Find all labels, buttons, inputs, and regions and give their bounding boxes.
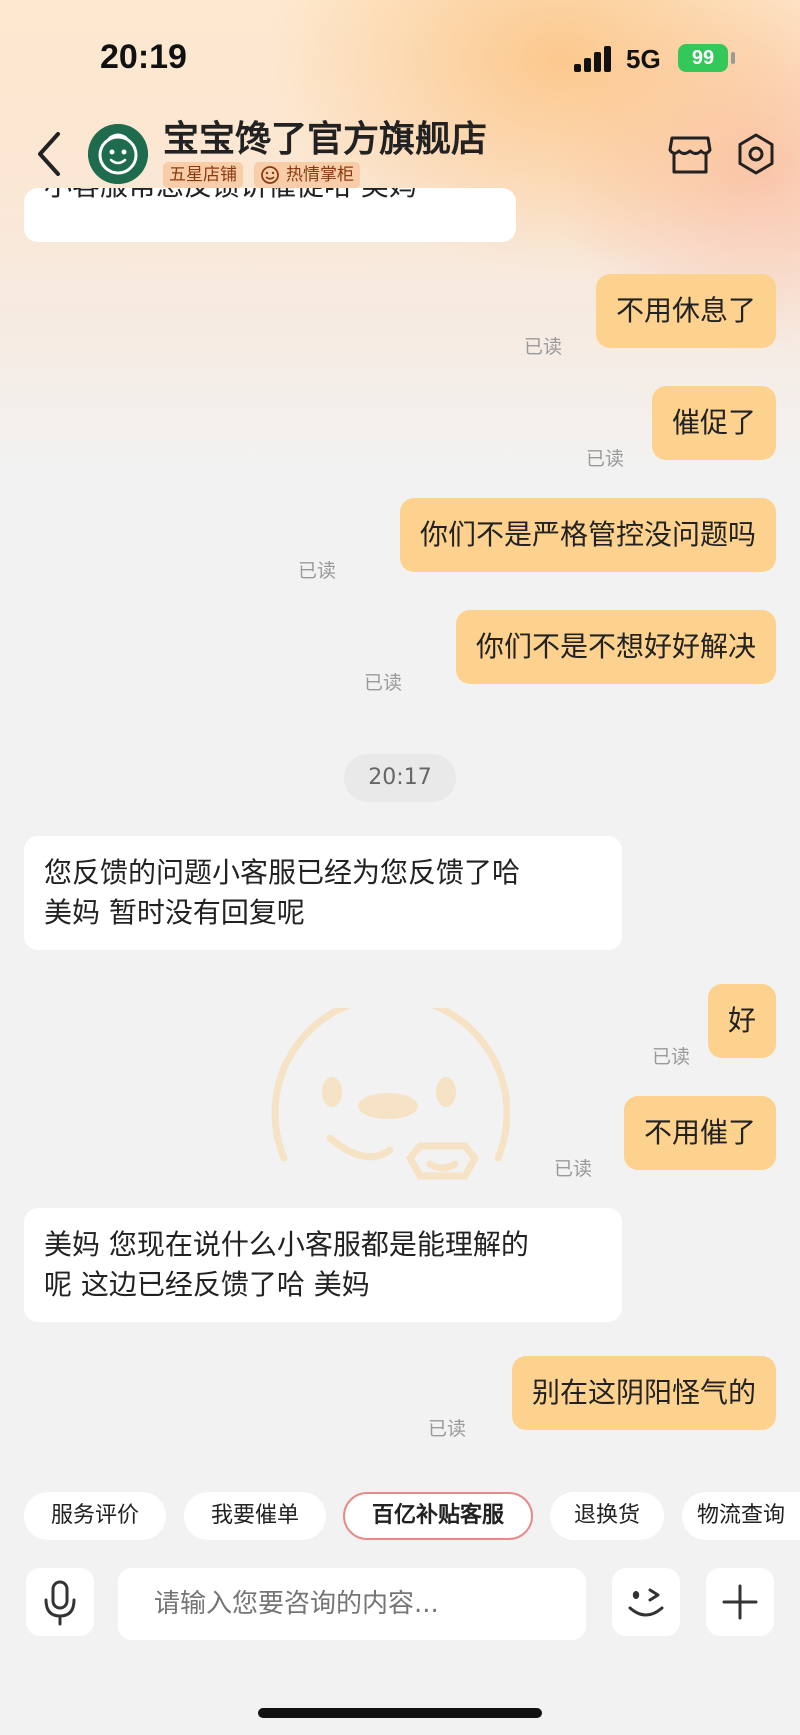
chip-urge-order[interactable]: 我要催单 xyxy=(184,1492,326,1540)
chip-service-review[interactable]: 服务评价 xyxy=(24,1492,166,1540)
read-status: 已读 xyxy=(652,1046,691,1068)
store-icon[interactable] xyxy=(668,134,712,176)
message-text: 你们不是严格管控没问题吗 xyxy=(419,518,756,551)
chip-return-exchange[interactable]: 退换货 xyxy=(550,1492,664,1540)
message-bubble-mine: 你们不是严格管控没问题吗 xyxy=(399,498,776,572)
message-line: 美妈 暂时没有回复呢 xyxy=(44,896,305,929)
read-status: 已读 xyxy=(586,448,625,470)
shop-name[interactable]: 宝宝馋了官方旗舰店 xyxy=(163,110,487,162)
voice-button[interactable] xyxy=(26,1568,94,1636)
message-text: 催促了 xyxy=(671,406,756,439)
chip-subsidy-service[interactable]: 百亿补贴客服 xyxy=(343,1492,533,1540)
badge-five-star-shop: 五星店铺 xyxy=(163,162,243,188)
battery-indicator: 99 xyxy=(678,44,728,72)
message-bubble-partial: 小客服帮您反馈讲催促哈 美妈 xyxy=(24,188,516,242)
settings-icon[interactable] xyxy=(734,132,778,176)
battery-cap xyxy=(731,52,735,64)
message-line: 呢 这边已经反馈了哈 美妈 xyxy=(44,1268,370,1301)
message-bubble-mine: 不用催了 xyxy=(623,1096,776,1170)
status-time: 20:19 xyxy=(100,38,187,76)
network-type: 5G xyxy=(626,44,661,74)
more-button[interactable] xyxy=(706,1568,774,1636)
read-status: 已读 xyxy=(428,1418,467,1440)
message-input[interactable] xyxy=(118,1568,586,1640)
smile-icon xyxy=(261,166,279,184)
message-text: 不用催了 xyxy=(643,1116,756,1149)
shop-avatar[interactable] xyxy=(88,124,148,184)
chip-logistics[interactable]: 物流查询 xyxy=(682,1492,800,1540)
message-text: 小客服帮您反馈讲催促哈 美妈 xyxy=(44,188,496,206)
message-bubble-mine: 不用休息了 xyxy=(595,274,776,348)
message-text: 不用休息了 xyxy=(615,294,756,327)
plus-icon xyxy=(722,1584,758,1620)
read-status: 已读 xyxy=(364,672,403,694)
message-line: 美妈 您现在说什么小客服都是能理解的 xyxy=(44,1228,529,1261)
message-bubble-mine: 别在这阴阳怪气的 xyxy=(511,1356,776,1430)
read-status: 已读 xyxy=(298,560,337,582)
message-bubble-mine: 好 xyxy=(707,984,776,1058)
message-bubble-theirs: 美妈 您现在说什么小客服都是能理解的 呢 这边已经反馈了哈 美妈 xyxy=(24,1208,622,1322)
read-status: 已读 xyxy=(524,336,563,358)
badge-warm-host: 热情掌柜 xyxy=(254,162,360,188)
message-text: 别在这阴阳怪气的 xyxy=(531,1376,756,1409)
signal-icon xyxy=(574,46,618,72)
message-bubble-theirs: 您反馈的问题小客服已经为您反馈了哈 美妈 暂时没有回复呢 xyxy=(24,836,622,950)
message-line: 您反馈的问题小客服已经为您反馈了哈 xyxy=(44,856,521,889)
message-bubble-mine: 催促了 xyxy=(651,386,776,460)
badge-label: 热情掌柜 xyxy=(286,165,354,185)
microphone-icon xyxy=(44,1580,76,1626)
home-indicator[interactable] xyxy=(258,1708,542,1718)
message-bubble-mine: 你们不是不想好好解决 xyxy=(455,610,776,684)
message-text: 你们不是不想好好解决 xyxy=(475,630,756,663)
wink-face-icon xyxy=(628,1588,664,1617)
read-status: 已读 xyxy=(554,1158,593,1180)
back-arrow-icon[interactable] xyxy=(30,126,70,182)
emoji-button[interactable] xyxy=(612,1568,680,1636)
timestamp-divider: 20:17 xyxy=(344,754,456,802)
message-text: 好 xyxy=(727,1004,756,1037)
